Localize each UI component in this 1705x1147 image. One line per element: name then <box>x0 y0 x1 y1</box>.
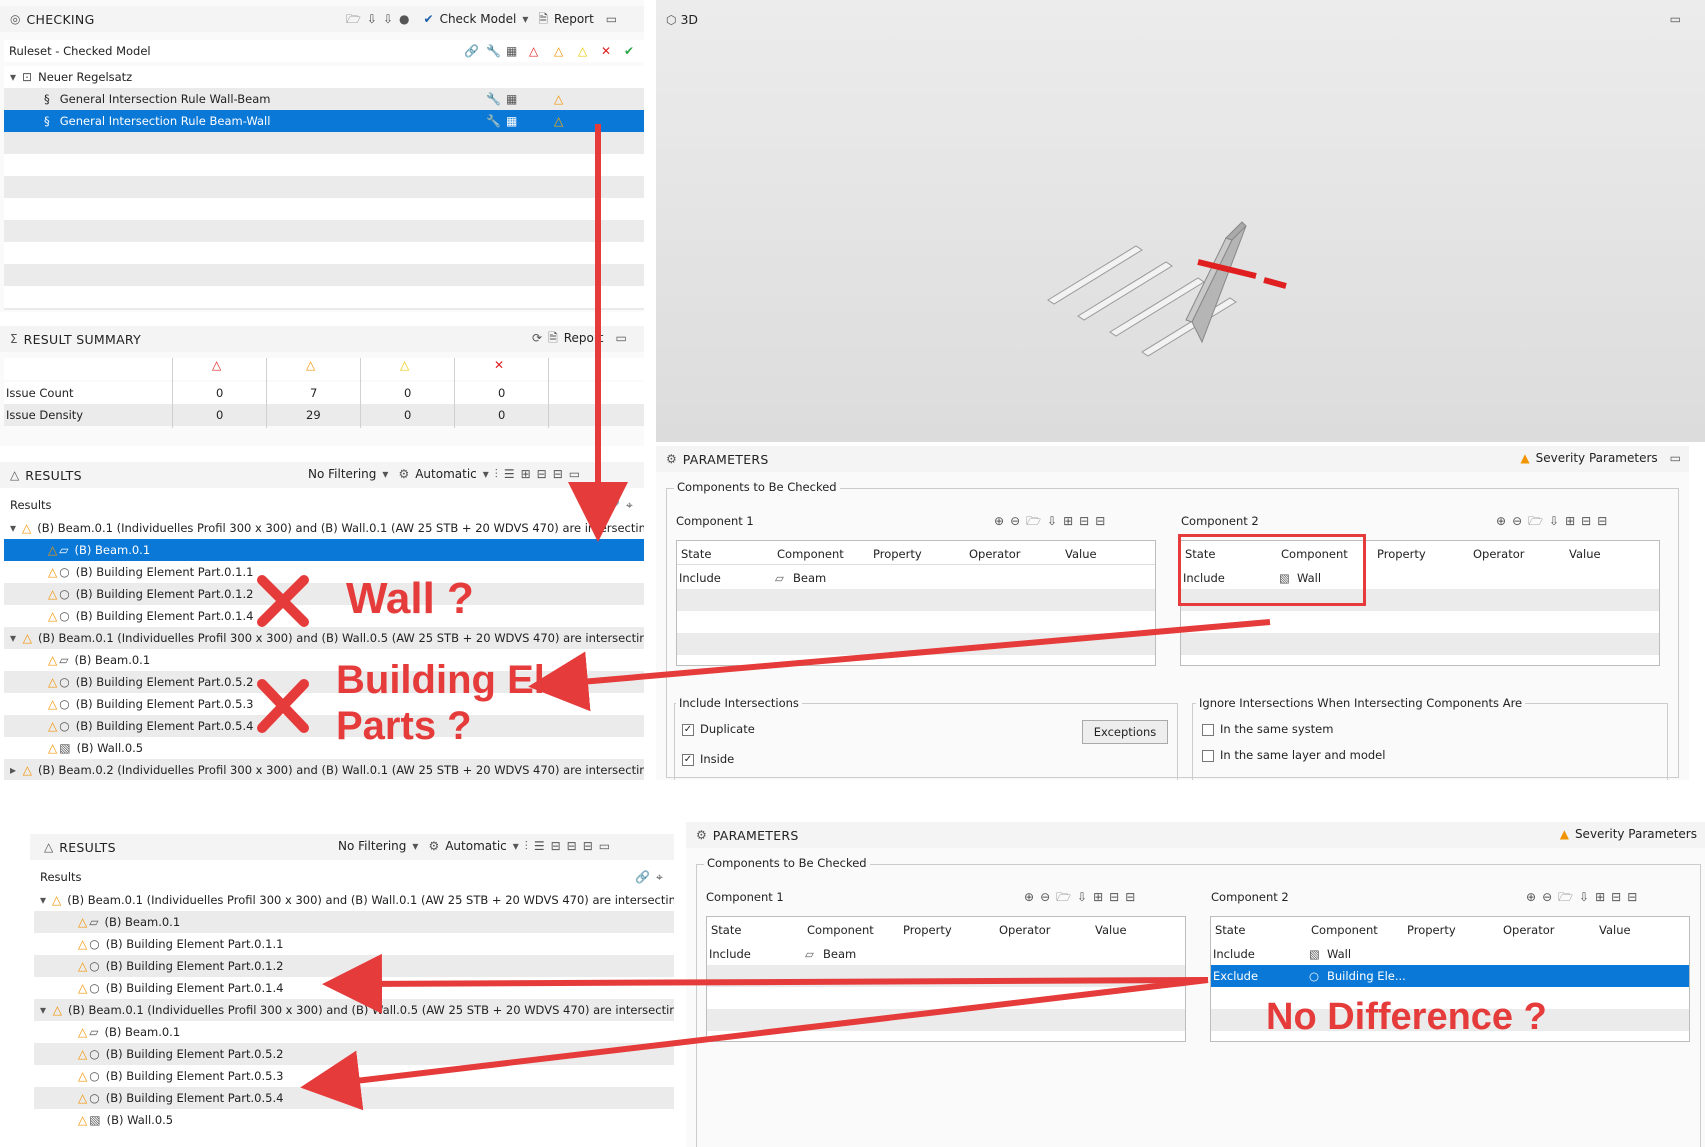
annotation-bep-line2: Parts ? <box>336 704 472 748</box>
x-mark-top <box>257 575 309 627</box>
annotation-no-difference: No Difference ? <box>1266 996 1547 1038</box>
arrow-left-top <box>528 619 1271 712</box>
annotation-bep-line1: Building El. <box>336 658 556 702</box>
screenshot-canvas: ◎ CHECKING 🗁 ⇩ ⇩ ● ✔ Check Model ▾ 🗎 Rep… <box>0 0 1705 1147</box>
annotation-overlay <box>257 124 1271 1111</box>
annotation-wall: Wall ? <box>346 574 474 623</box>
arrow-left-bottom-1 <box>322 953 1209 1014</box>
arrow-left-bottom-2 <box>300 977 1209 1111</box>
x-mark-bottom <box>257 679 309 733</box>
